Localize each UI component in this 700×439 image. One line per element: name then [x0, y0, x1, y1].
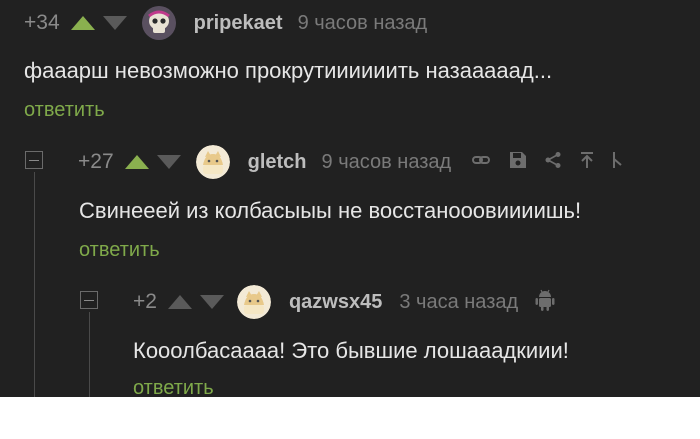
skull-avatar[interactable] — [141, 6, 176, 40]
comment-rating: +27 — [78, 150, 114, 173]
comment-text: фааарш невозможно прокрутиииииить назааа… — [24, 58, 553, 83]
timestamp[interactable]: 3 часа назад — [399, 291, 518, 314]
upvote-icon[interactable] — [167, 295, 192, 309]
comment-rating: +34 — [24, 11, 60, 34]
downvote-icon[interactable] — [156, 155, 181, 169]
thread-branch-line[interactable] — [34, 172, 35, 397]
scroll-up-icon[interactable] — [579, 151, 595, 174]
collapse-button[interactable] — [25, 151, 43, 169]
username[interactable]: pripekaet — [194, 12, 283, 35]
branch-icon[interactable] — [611, 151, 623, 174]
timestamp[interactable]: 9 часов назад — [298, 12, 428, 35]
upvote-icon[interactable] — [124, 155, 149, 169]
comment-text: Кооолбасаааа! Это бывшие лошааадкиии! — [133, 338, 569, 363]
downvote-icon[interactable] — [102, 16, 127, 30]
comment-header: +34 pripekaet 9 часов назад — [24, 6, 427, 40]
collapse-button[interactable] — [80, 291, 98, 309]
cat-avatar[interactable] — [195, 145, 230, 179]
comment-tools — [471, 150, 623, 175]
comment-rating: +2 — [133, 290, 157, 313]
thread-branch-line[interactable] — [89, 312, 90, 397]
cat-avatar[interactable] — [236, 285, 271, 319]
save-icon[interactable] — [509, 151, 527, 174]
reply-button[interactable]: ответить — [133, 377, 214, 397]
reply-button[interactable]: ответить — [24, 99, 105, 122]
username[interactable]: qazwsx45 — [289, 291, 382, 314]
downvote-icon[interactable] — [199, 295, 224, 309]
upvote-icon[interactable] — [70, 16, 95, 30]
link-icon[interactable] — [471, 150, 491, 175]
comment-text: Свинееей из колбасыыы не восстанооовииии… — [79, 198, 582, 223]
comment-header: +27 gletch 9 часов назад — [78, 145, 623, 179]
android-icon — [535, 289, 555, 316]
comment-thread: +34 pripekaet 9 часов назад фааарш невоз… — [0, 0, 700, 397]
share-icon[interactable] — [544, 151, 562, 174]
comment-header: +2 qazwsx45 3 часа назад — [133, 285, 555, 319]
timestamp[interactable]: 9 часов назад — [322, 151, 452, 174]
reply-button[interactable]: ответить — [79, 239, 160, 262]
username[interactable]: gletch — [248, 151, 307, 174]
